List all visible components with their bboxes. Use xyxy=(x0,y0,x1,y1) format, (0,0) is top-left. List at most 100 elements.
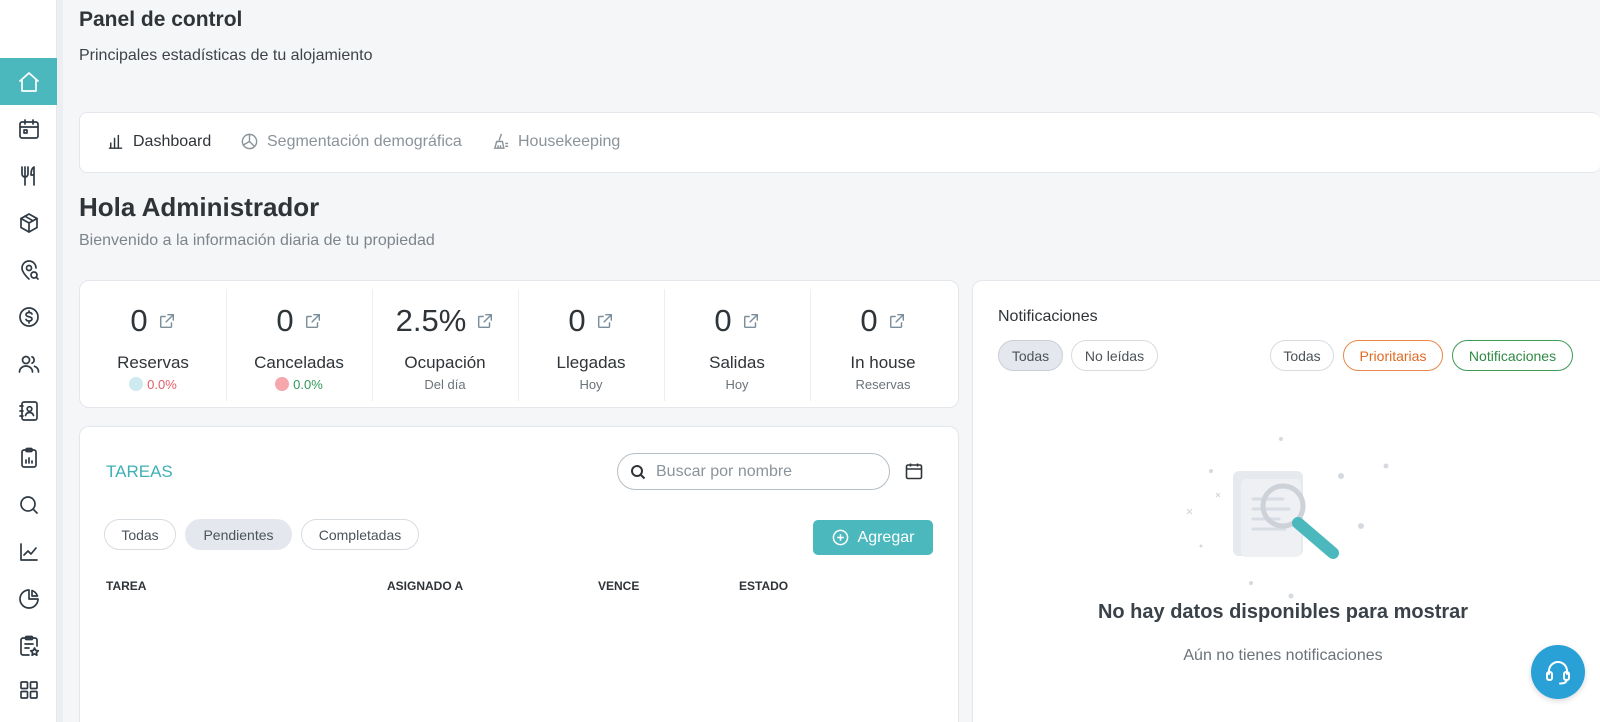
tab-housekeeping-label: Housekeeping xyxy=(518,132,621,150)
apps-grid-icon xyxy=(19,680,38,699)
home-icon xyxy=(18,71,39,92)
sidebar-item-contacts[interactable] xyxy=(0,387,57,434)
sidebar-item-users[interactable] xyxy=(0,340,57,387)
task-search-input[interactable] xyxy=(656,462,876,481)
add-task-button[interactable]: Agregar xyxy=(813,520,933,555)
type-filter-prioritarias[interactable]: Prioritarias xyxy=(1343,340,1443,371)
tab-dashboard-label: Dashboard xyxy=(133,132,212,150)
pie-chart-icon xyxy=(241,133,258,150)
sidebar-item-finance[interactable] xyxy=(0,293,57,340)
notif-filter-no-leidas[interactable]: No leídas xyxy=(1071,340,1158,371)
filter-todas[interactable]: Todas xyxy=(104,519,176,550)
stat-label: Llegadas xyxy=(556,353,626,372)
cancel-icon xyxy=(275,377,290,391)
sidebar-item-reports[interactable] xyxy=(0,434,57,481)
external-link-icon[interactable] xyxy=(596,312,614,330)
clipboard-star-icon xyxy=(19,635,39,656)
stat-value: 0 xyxy=(568,303,586,338)
stat-value: 0 xyxy=(860,303,878,338)
page-subtitle: Principales estadísticas de tu alojamien… xyxy=(79,47,373,64)
stat-sub: Del día xyxy=(424,377,466,392)
stat-value: 0 xyxy=(714,303,732,338)
dashboard-tabs: Dashboard Segmentación demográfica House… xyxy=(79,112,1600,173)
sidebar-item-restaurant[interactable] xyxy=(0,152,57,199)
empty-search-illustration xyxy=(1186,437,1389,599)
greeting-subtitle: Bienvenido a la información diaria de tu… xyxy=(79,232,435,249)
greeting-title: Hola Administrador xyxy=(79,192,320,222)
support-chat-button[interactable] xyxy=(1531,645,1585,699)
tab-segmentation[interactable]: Segmentación demográfica xyxy=(240,132,462,151)
stat-canceladas: 0 Canceladas 0.0% xyxy=(226,289,372,401)
column-header-asignado: ASIGNADO A xyxy=(387,579,464,593)
stat-change-value: 0.0% xyxy=(293,377,323,392)
external-link-icon[interactable] xyxy=(742,312,760,330)
sidebar-item-segmentation[interactable] xyxy=(0,575,57,622)
empty-state-title: No hay datos disponibles para mostrar xyxy=(1097,601,1469,623)
sidebar-item-search[interactable] xyxy=(0,481,57,528)
sidebar-item-location-search[interactable] xyxy=(0,246,57,293)
sidebar-scrollbar[interactable] xyxy=(57,0,63,722)
sidebar-item-package[interactable] xyxy=(0,199,57,246)
restaurant-icon xyxy=(20,165,35,186)
stat-value: 0 xyxy=(276,303,294,338)
column-header-tarea: TAREA xyxy=(106,579,147,593)
column-header-estado: ESTADO xyxy=(739,579,789,593)
tab-segmentation-label: Segmentación demográfica xyxy=(267,132,462,150)
bar-chart-icon xyxy=(108,134,123,149)
stat-sub: Reservas xyxy=(855,377,911,392)
sidebar xyxy=(0,0,57,722)
plus-circle-icon xyxy=(832,529,848,546)
stat-llegadas: 0 Llegadas Hoy xyxy=(518,289,664,401)
stat-sub: Hoy xyxy=(579,377,603,392)
task-search xyxy=(617,453,890,490)
dollar-icon xyxy=(18,306,39,327)
add-task-label: Agregar xyxy=(857,528,915,546)
tasks-card: TAREAS Todas Pendientes Completadas Agre… xyxy=(79,426,959,722)
stat-in-house: 0 In house Reservas xyxy=(810,289,956,401)
clipboard-report-icon xyxy=(20,447,37,468)
users-icon xyxy=(18,355,39,373)
stat-label: Salidas xyxy=(709,353,765,372)
pie-chart-icon xyxy=(18,588,39,609)
stat-reservas: 0 Reservas 0.0% xyxy=(80,289,226,401)
sidebar-item-evaluations[interactable] xyxy=(0,622,57,669)
date-filter-button[interactable] xyxy=(904,461,924,481)
contacts-icon xyxy=(18,400,38,421)
calendar-icon xyxy=(905,463,923,480)
sidebar-item-home[interactable] xyxy=(0,58,57,105)
stat-label: In house xyxy=(850,353,916,372)
stat-sub: Hoy xyxy=(725,377,749,392)
tasks-title: TAREAS xyxy=(106,462,173,481)
external-link-icon[interactable] xyxy=(476,312,494,330)
line-chart-icon xyxy=(19,542,38,561)
stat-label: Canceladas xyxy=(254,353,344,372)
filter-pendientes[interactable]: Pendientes xyxy=(185,519,292,550)
notif-filter-todas[interactable]: Todas xyxy=(998,340,1063,371)
stat-ocupacion: 2.5% Ocupación Del día xyxy=(372,289,518,401)
external-link-icon[interactable] xyxy=(304,312,322,330)
calendar-icon xyxy=(18,118,39,139)
location-search-icon xyxy=(20,259,39,280)
stat-value: 2.5% xyxy=(395,303,467,338)
notifications-card: Notificaciones Todas No leídas Todas Pri… xyxy=(972,280,1600,722)
sidebar-item-apps[interactable] xyxy=(0,666,57,713)
external-link-icon[interactable] xyxy=(888,312,906,330)
stat-salidas: 0 Salidas Hoy xyxy=(664,289,810,401)
type-filter-notificaciones[interactable]: Notificaciones xyxy=(1452,340,1573,371)
stat-value: 0 xyxy=(130,303,148,338)
filter-completadas[interactable]: Completadas xyxy=(301,519,419,550)
broom-icon xyxy=(493,133,509,149)
tab-dashboard[interactable]: Dashboard xyxy=(106,132,211,151)
sidebar-item-calendar[interactable] xyxy=(0,105,57,152)
search-icon xyxy=(631,464,646,479)
stat-label: Reservas xyxy=(117,353,189,372)
external-link-icon[interactable] xyxy=(158,312,176,330)
stats-card: 0 Reservas 0.0% 0 Canceladas 0.0% 2.5% O… xyxy=(79,280,959,408)
stat-change-value: 0.0% xyxy=(147,377,177,392)
stat-label: Ocupación xyxy=(404,353,486,372)
sidebar-item-analytics[interactable] xyxy=(0,528,57,575)
search-icon xyxy=(19,495,38,514)
column-header-vence: VENCE xyxy=(598,579,640,593)
tab-housekeeping[interactable]: Housekeeping xyxy=(491,132,620,151)
type-filter-todas[interactable]: Todas xyxy=(1270,340,1334,371)
